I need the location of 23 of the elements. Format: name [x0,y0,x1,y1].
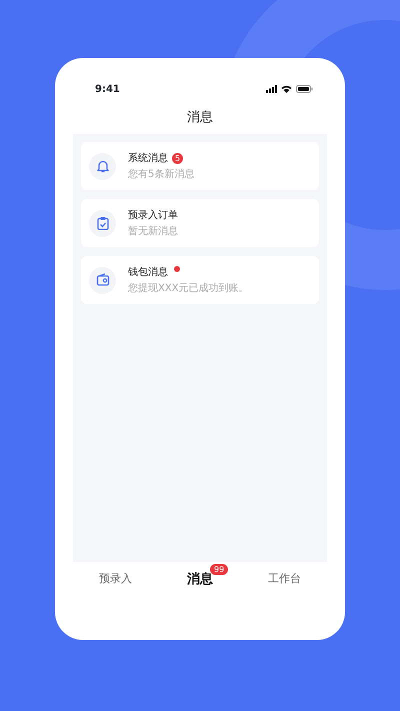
message-preview: 您提现XXX元已成功到账。 [128,282,249,294]
signal-icon [266,85,277,93]
bell-icon [96,159,110,173]
message-card[interactable]: 预录入订单 暂无新消息 [81,199,319,247]
message-title: 预录入订单 [128,208,178,222]
unread-count: 5 [172,152,183,164]
message-preview: 暂无新消息 [128,224,178,238]
tab-item[interactable]: 预录入 [73,563,158,589]
message-card[interactable]: 系统消息 5 您有5条新消息 [81,142,319,190]
wallet-icon [96,273,110,287]
tab-badge: 99 [210,564,228,575]
wifi-icon [281,85,292,93]
message-title: 系统消息 [128,152,168,164]
battery-icon [296,85,313,93]
tab-item[interactable]: 工作台 [242,563,327,589]
message-card[interactable]: 钱包消息 您提现XXX元已成功到账。 [81,256,319,304]
message-preview: 您有5条新消息 [128,168,194,180]
message-title: 钱包消息 [128,266,168,278]
status-time: 9:41 [95,82,120,96]
clipboard-icon [96,216,110,230]
page-title: 消息 [73,102,327,134]
unread-dot [174,266,180,272]
tab-item[interactable]: 消息 99 [158,563,242,589]
